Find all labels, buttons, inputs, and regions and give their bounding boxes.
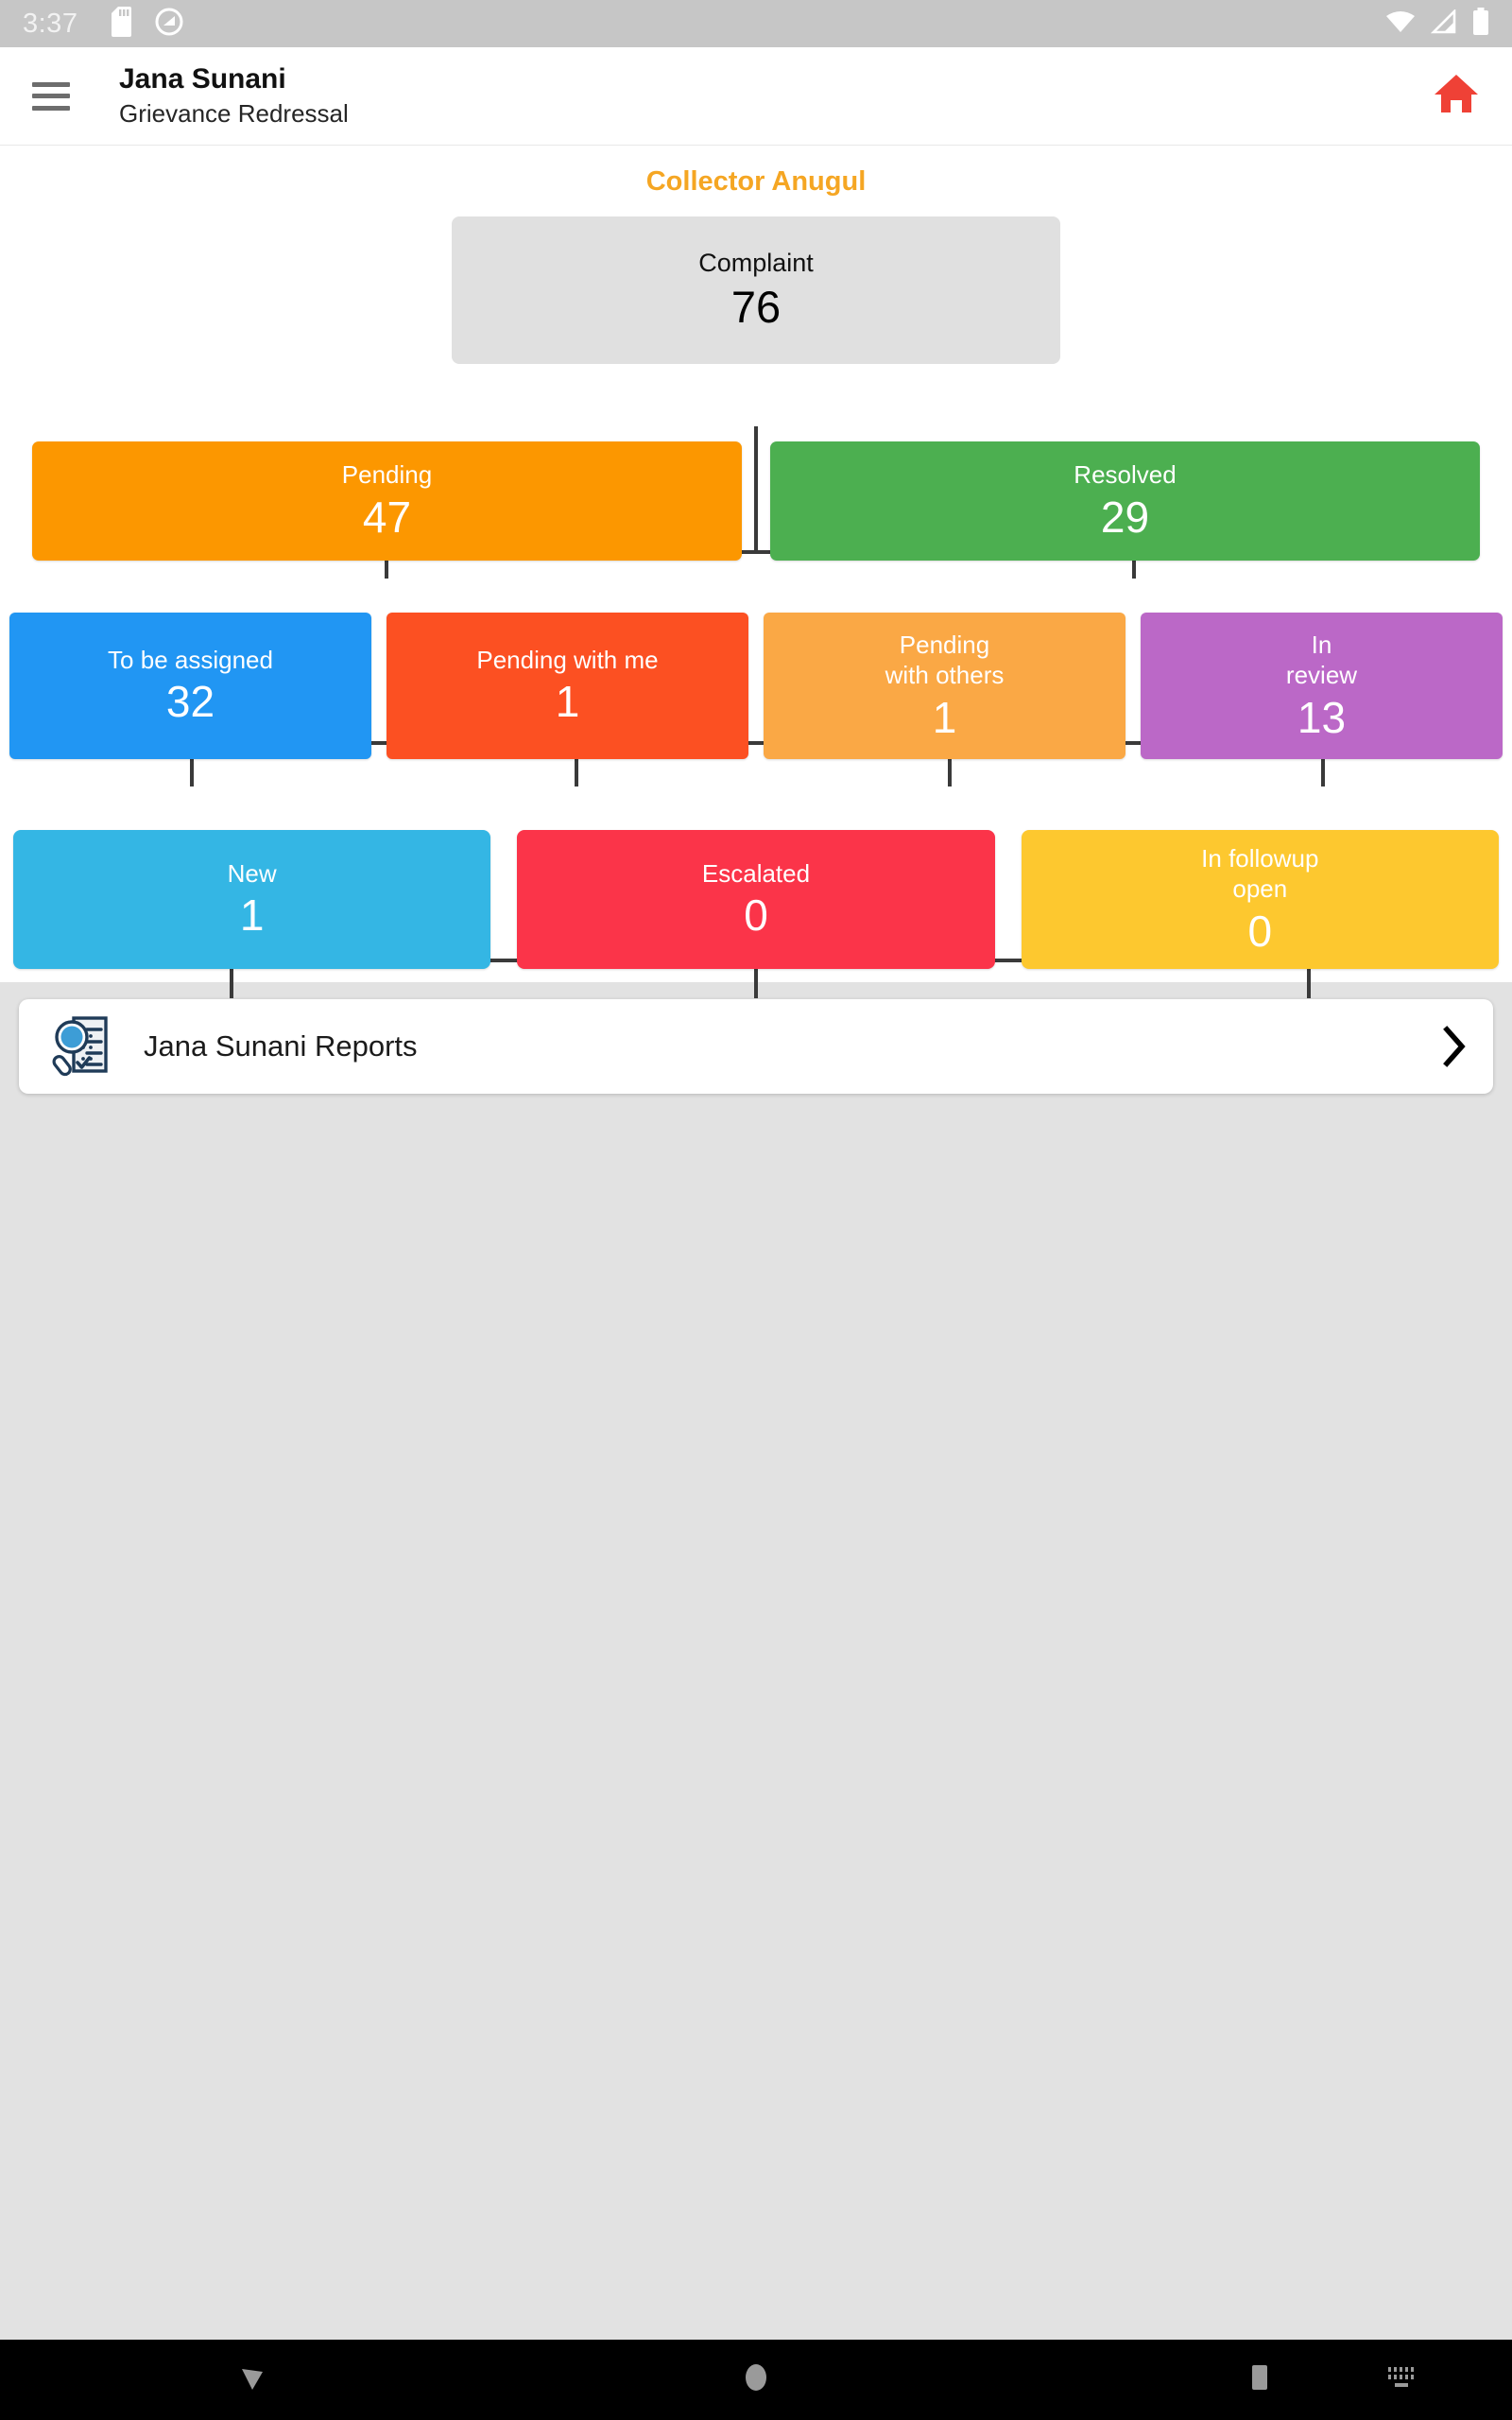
hamburger-bar bbox=[32, 81, 70, 87]
sd-card-icon bbox=[110, 6, 134, 42]
cellular-signal-icon bbox=[1430, 8, 1457, 39]
card-label: Resolved bbox=[1074, 460, 1177, 490]
card-label: In followup open bbox=[1201, 843, 1319, 904]
status-bar-clock: 3:37 bbox=[23, 8, 78, 39]
card-label: Pending with others bbox=[885, 630, 1005, 690]
card-pending-with-me[interactable]: Pending with me 1 bbox=[387, 613, 748, 759]
card-value: 1 bbox=[932, 692, 957, 742]
tree-row-root: Complaint 76 bbox=[0, 216, 1512, 364]
card-value: 47 bbox=[362, 492, 412, 542]
tree-row-level4: New 1 Escalated 0 In followup open 0 bbox=[0, 830, 1512, 969]
app-subtitle: Grievance Redressal bbox=[119, 98, 349, 128]
jana-sunani-reports-item[interactable]: Jana Sunani Reports bbox=[19, 999, 1493, 1094]
keyboard-icon bbox=[1385, 2364, 1418, 2395]
app-screen: 3:37 Jana Sunani Grievance Redressal Col… bbox=[0, 0, 1512, 2420]
complaint-tree: Collector Anugul Complaint 76 Pending 47… bbox=[0, 146, 1512, 998]
nav-recents-button[interactable] bbox=[1008, 2361, 1512, 2398]
home-icon bbox=[1433, 72, 1480, 120]
wifi-icon bbox=[1385, 9, 1416, 39]
card-label: Pending with me bbox=[476, 645, 659, 674]
card-label: In review bbox=[1285, 630, 1358, 690]
status-bar-system-icons bbox=[1385, 7, 1489, 41]
card-in-followup-open[interactable]: In followup open 0 bbox=[1021, 830, 1499, 969]
reports-section: Jana Sunani Reports bbox=[0, 982, 1512, 1094]
card-value: 1 bbox=[555, 677, 580, 727]
chevron-right-icon[interactable] bbox=[1440, 1025, 1469, 1068]
card-value: 32 bbox=[165, 677, 215, 727]
card-value: 29 bbox=[1100, 492, 1150, 542]
hamburger-menu-icon[interactable] bbox=[32, 81, 70, 111]
card-value: 1 bbox=[239, 890, 265, 941]
status-bar-notification-icons bbox=[110, 6, 183, 42]
recents-square-icon bbox=[1244, 2361, 1276, 2398]
card-pending-with-others[interactable]: Pending with others 1 bbox=[764, 613, 1125, 759]
card-resolved[interactable]: Resolved 29 bbox=[770, 441, 1480, 561]
tree-row-level3: To be assigned 32 Pending with me 1 Pend… bbox=[0, 613, 1512, 759]
home-button[interactable] bbox=[1429, 69, 1484, 124]
reports-label: Jana Sunani Reports bbox=[144, 1029, 418, 1063]
app-title: Jana Sunani bbox=[119, 63, 286, 95]
card-pending[interactable]: Pending 47 bbox=[32, 441, 742, 561]
card-label: New bbox=[227, 858, 277, 888]
card-escalated[interactable]: Escalated 0 bbox=[517, 830, 995, 969]
hamburger-bar bbox=[32, 105, 70, 111]
back-triangle-icon bbox=[236, 2361, 268, 2398]
card-label: Complaint bbox=[698, 249, 814, 278]
card-value: 0 bbox=[744, 890, 768, 941]
card-in-review[interactable]: In review 13 bbox=[1141, 613, 1503, 759]
app-bar: Jana Sunani Grievance Redressal bbox=[0, 47, 1512, 146]
do-not-disturb-icon bbox=[155, 8, 183, 41]
nav-keyboard-button[interactable] bbox=[1385, 2340, 1418, 2420]
hamburger-bar bbox=[32, 94, 70, 98]
app-bar-titles: Jana Sunani Grievance Redressal bbox=[119, 63, 349, 129]
tree-row-level2: Pending 47 Resolved 29 bbox=[0, 441, 1512, 561]
nav-home-button[interactable] bbox=[504, 2361, 1007, 2398]
section-title: Collector Anugul bbox=[645, 166, 867, 197]
card-label: To be assigned bbox=[108, 645, 273, 674]
battery-icon bbox=[1472, 7, 1489, 41]
card-value: 13 bbox=[1297, 692, 1347, 742]
card-new[interactable]: New 1 bbox=[13, 830, 491, 969]
status-bar: 3:37 bbox=[0, 0, 1512, 47]
android-navigation-bar bbox=[0, 2340, 1512, 2420]
card-value: 0 bbox=[1247, 906, 1273, 956]
card-label: Escalated bbox=[701, 858, 811, 888]
report-search-icon bbox=[47, 1011, 115, 1083]
card-value: 76 bbox=[730, 281, 782, 332]
home-circle-icon bbox=[740, 2361, 772, 2398]
card-complaint[interactable]: Complaint 76 bbox=[452, 216, 1060, 364]
card-label: Pending bbox=[341, 460, 433, 490]
card-to-be-assigned[interactable]: To be assigned 32 bbox=[9, 613, 371, 759]
nav-back-button[interactable] bbox=[0, 2361, 504, 2398]
